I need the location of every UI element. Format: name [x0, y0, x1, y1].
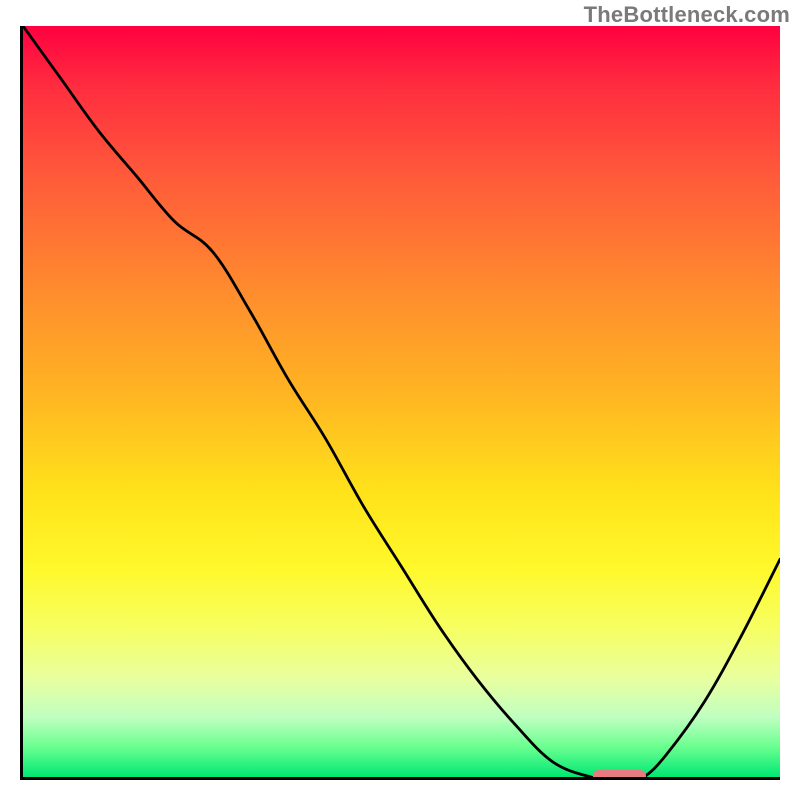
- bottleneck-curve: [23, 26, 780, 777]
- plot-area: [20, 26, 780, 780]
- chart-container: TheBottleneck.com: [0, 0, 800, 800]
- watermark-text: TheBottleneck.com: [584, 2, 790, 28]
- optimal-range-marker: [593, 770, 646, 780]
- curve-svg: [23, 26, 780, 777]
